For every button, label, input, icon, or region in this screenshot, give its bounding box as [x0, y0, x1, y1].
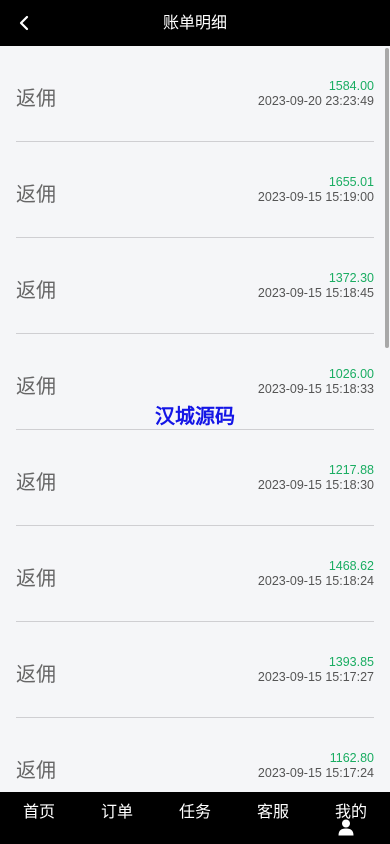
record-amount: 1026.00 [328, 367, 374, 381]
record-title: 返佣 [16, 758, 56, 782]
list-item[interactable]: 返佣 1655.01 2023-09-15 15:19:00 [16, 142, 374, 238]
top-bar: 账单明细 [0, 0, 390, 46]
list-item[interactable]: 返佣 1584.00 2023-09-20 23:23:49 [16, 46, 374, 142]
record-amount: 1584.00 [328, 79, 374, 93]
record-time: 2023-09-15 15:18:24 [257, 574, 374, 588]
tab-service-label: 客服 [256, 802, 289, 821]
list-item[interactable]: 返佣 1372.30 2023-09-15 15:18:45 [16, 238, 374, 334]
record-time: 2023-09-20 23:23:49 [257, 94, 374, 108]
record-amount: 1468.62 [328, 559, 374, 573]
record-amount: 1655.01 [328, 175, 374, 189]
record-amount: 1217.88 [328, 463, 374, 477]
tab-orders[interactable]: 订单 [78, 798, 156, 822]
record-time: 2023-09-15 15:17:24 [257, 766, 374, 780]
record-time: 2023-09-15 15:18:45 [257, 286, 374, 300]
list-item[interactable]: 返佣 1162.80 2023-09-15 15:17:24 [16, 718, 374, 792]
watermark: 汉城源码 [155, 404, 235, 428]
page-title: 账单明细 [162, 13, 227, 32]
list-item[interactable]: 返佣 1468.62 2023-09-15 15:18:24 [16, 526, 374, 622]
record-amount: 1372.30 [328, 271, 374, 285]
tab-service[interactable]: 客服 [234, 798, 312, 822]
list-item[interactable]: 返佣 1217.88 2023-09-15 15:18:30 [16, 430, 374, 526]
record-title: 返佣 [16, 374, 56, 398]
record-time: 2023-09-15 15:17:27 [257, 670, 374, 684]
user-icon [338, 819, 354, 836]
list-item[interactable]: 返佣 1393.85 2023-09-15 15:17:27 [16, 622, 374, 718]
record-time: 2023-09-15 15:18:30 [257, 478, 374, 492]
record-title: 返佣 [16, 86, 56, 110]
record-amount: 1162.80 [329, 751, 374, 765]
tab-home[interactable]: 首页 [0, 798, 78, 822]
record-time: 2023-09-15 15:18:33 [257, 382, 374, 396]
record-title: 返佣 [16, 470, 56, 494]
tab-orders-label: 订单 [100, 802, 133, 821]
record-title: 返佣 [16, 182, 56, 206]
bottom-tab-bar: 首页 订单 任务 客服 我的 [0, 792, 390, 844]
record-title: 返佣 [16, 566, 56, 590]
tab-home-label: 首页 [22, 802, 55, 821]
record-amount: 1393.85 [328, 655, 374, 669]
record-title: 返佣 [16, 278, 56, 302]
record-time: 2023-09-15 15:19:00 [257, 190, 374, 204]
record-title: 返佣 [16, 662, 56, 686]
tab-tasks[interactable]: 任务 [156, 798, 234, 822]
tab-tasks-label: 任务 [178, 802, 211, 821]
scrollbar[interactable] [385, 48, 389, 348]
